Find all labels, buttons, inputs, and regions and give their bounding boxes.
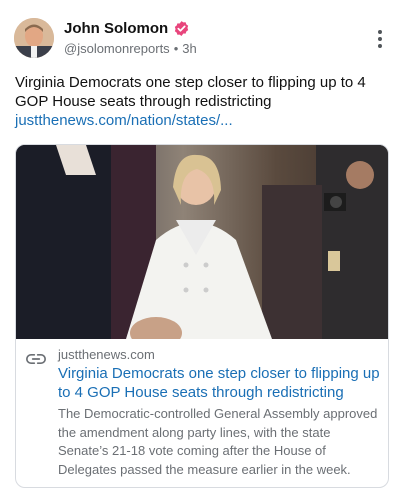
link-icon [26,354,46,364]
card-title[interactable]: Virginia Democrats one step closer to fl… [58,364,380,402]
author-display-name[interactable]: John Solomon [64,20,168,37]
post-link[interactable]: justthenews.com/nation/states/... [15,111,393,130]
author-handle-row: @jsolomonreports • 3h [64,41,197,56]
card-body: justthenews.com Virginia Democrats one s… [16,339,388,487]
article-photo[interactable] [16,145,388,339]
social-post: John Solomon @jsolomonreports • 3h Virgini… [0,0,404,500]
more-options-button[interactable] [372,28,388,50]
link-preview-card[interactable]: justthenews.com Virginia Democrats one s… [15,144,389,488]
post-timestamp[interactable]: 3h [182,41,196,56]
card-domain: justthenews.com [58,347,155,362]
separator-dot: • [173,41,179,56]
author-name-row: John Solomon [64,20,190,37]
avatar[interactable] [14,18,54,58]
author-handle[interactable]: @jsolomonreports [64,41,170,56]
post-text: Virginia Democrats one step closer to fl… [15,74,366,110]
avatar-photo [14,18,54,58]
post-body: Virginia Democrats one step closer to fl… [15,73,393,130]
verified-badge-icon [175,21,189,36]
more-vertical-icon [378,30,382,34]
card-description: The Democratic-controlled General Assemb… [58,406,378,477]
